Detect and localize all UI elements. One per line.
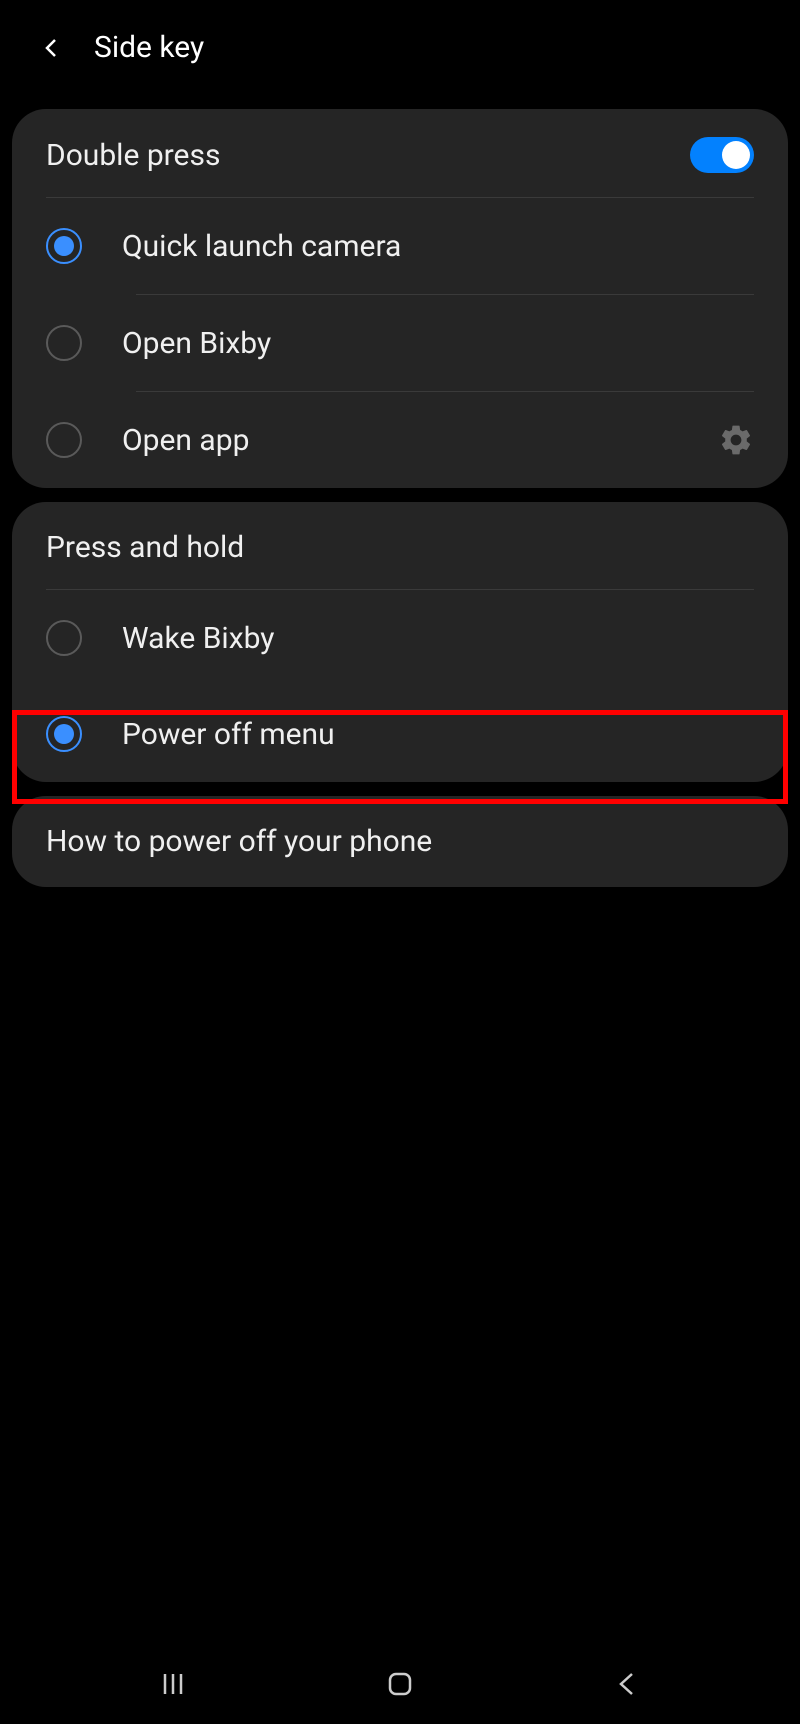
double-press-title: Double press bbox=[46, 138, 220, 173]
radio-button[interactable] bbox=[46, 325, 82, 361]
radio-button[interactable] bbox=[46, 620, 82, 656]
double-press-card: Double press Quick launch camera Open Bi… bbox=[12, 109, 788, 488]
radio-dot bbox=[54, 236, 74, 256]
option-open-app[interactable]: Open app bbox=[12, 392, 788, 488]
radio-button[interactable] bbox=[46, 716, 82, 752]
option-label: Quick launch camera bbox=[122, 229, 754, 264]
option-label: Wake Bixby bbox=[122, 621, 754, 656]
option-open-bixby[interactable]: Open Bixby bbox=[12, 295, 788, 391]
recents-icon[interactable] bbox=[153, 1664, 193, 1704]
press-hold-card: Press and hold Wake Bixby Power off menu bbox=[12, 502, 788, 782]
toggle-knob bbox=[722, 141, 750, 169]
double-press-toggle[interactable] bbox=[690, 137, 754, 173]
option-wake-bixby[interactable]: Wake Bixby bbox=[12, 590, 788, 686]
nav-back-icon[interactable] bbox=[607, 1664, 647, 1704]
option-power-off-menu[interactable]: Power off menu bbox=[12, 686, 788, 782]
gear-icon[interactable] bbox=[718, 422, 754, 458]
info-text: How to power off your phone bbox=[46, 824, 754, 859]
press-hold-title: Press and hold bbox=[46, 530, 244, 565]
back-icon[interactable] bbox=[40, 36, 64, 60]
header: Side key bbox=[0, 0, 800, 95]
radio-dot bbox=[54, 724, 74, 744]
radio-button[interactable] bbox=[46, 422, 82, 458]
double-press-header: Double press bbox=[12, 109, 788, 197]
radio-button[interactable] bbox=[46, 228, 82, 264]
option-label: Open app bbox=[122, 423, 678, 458]
option-label: Power off menu bbox=[122, 717, 754, 752]
page-title: Side key bbox=[94, 30, 204, 65]
nav-bar bbox=[0, 1644, 800, 1724]
info-card[interactable]: How to power off your phone bbox=[12, 796, 788, 887]
option-quick-launch-camera[interactable]: Quick launch camera bbox=[12, 198, 788, 294]
option-label: Open Bixby bbox=[122, 326, 754, 361]
home-icon[interactable] bbox=[380, 1664, 420, 1704]
press-hold-header: Press and hold bbox=[12, 502, 788, 589]
